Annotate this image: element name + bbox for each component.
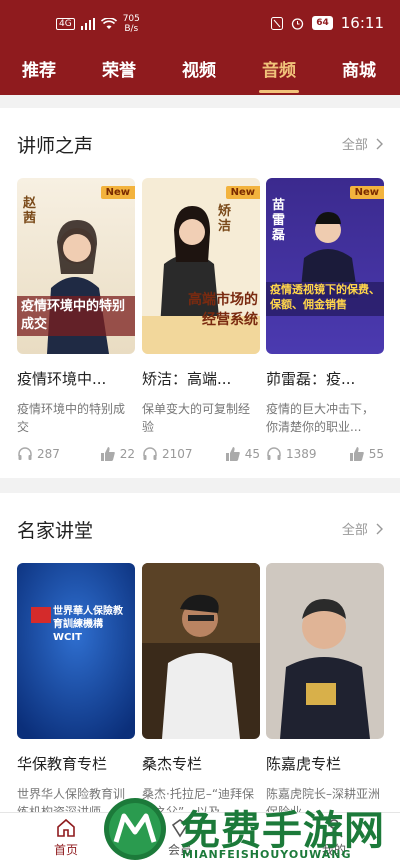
play-count: 1389 bbox=[286, 447, 317, 461]
thumbs-up-icon bbox=[100, 447, 115, 461]
alarm-icon bbox=[292, 17, 304, 30]
thumbs-up-icon bbox=[225, 447, 240, 461]
battery-indicator: 64 bbox=[312, 16, 333, 30]
card-stats: 287 22 bbox=[17, 446, 135, 462]
clock: 16:11 bbox=[340, 14, 384, 32]
section-title: 名家讲堂 bbox=[17, 520, 94, 542]
view-all-link[interactable]: 全部 bbox=[342, 134, 384, 153]
thumbnail-caption: 疫情环境中的特别成交 bbox=[21, 299, 126, 332]
card-title: 茆雷磊：疫... bbox=[266, 370, 356, 388]
chevron-right-icon bbox=[376, 523, 383, 535]
network-indicator: 4G bbox=[56, 18, 75, 30]
thumbnail-caption: 世界華人保險教育訓練機構 WCIT bbox=[53, 606, 123, 643]
play-count: 287 bbox=[37, 447, 60, 461]
card-thumbnail: 赵茜 疫情环境中的特别成交 New bbox=[17, 178, 135, 354]
audio-card[interactable]: 赵茜 疫情环境中的特别成交 New 疫情环境中... 疫情环境中的特别成交 28… bbox=[17, 178, 135, 462]
card-description: 疫情的巨大冲击下，你清楚你的职业... bbox=[266, 402, 375, 434]
new-badge: New bbox=[225, 186, 260, 199]
headphones-icon bbox=[143, 447, 157, 460]
active-tab-indicator bbox=[259, 90, 299, 93]
tab-video[interactable]: 视频 bbox=[182, 56, 216, 81]
top-nav: 推荐 荣誉 视频 音频 商城 bbox=[0, 48, 400, 93]
section-lecturer-voice: 讲师之声 全部 赵茜 疫情环境中的特别成交 New 疫情环境中... 疫情环境中… bbox=[0, 108, 400, 478]
thumbnail-caption: 疫情透视镜下的保费、保额、佣金销售 bbox=[270, 283, 380, 311]
audio-card[interactable]: 苗雷磊 疫情透视镜下的保费、保额、佣金销售 New 茆雷磊：疫... 疫情的巨大… bbox=[266, 178, 384, 462]
column-card[interactable]: 世界華人保險教育訓練機構 WCIT 华保教育专栏 世界华人保险教育训练机构资深讲… bbox=[17, 563, 135, 821]
card-thumbnail bbox=[142, 563, 260, 739]
watermark-subtext: MIANFEISHOUYOUWANG bbox=[182, 848, 352, 861]
section-title: 讲师之声 bbox=[17, 135, 94, 157]
card-title: 矫洁：高端... bbox=[142, 370, 232, 388]
like-count: 55 bbox=[368, 447, 384, 461]
play-count: 2107 bbox=[162, 447, 193, 461]
audio-card[interactable]: 矫洁 高端市场的经营系统 New 矫洁：高端... 保单变大的可复制经验 210… bbox=[142, 178, 260, 462]
like-count: 22 bbox=[119, 447, 135, 461]
watermark: 免费手游网 MIANFEISHOUYOUWANG bbox=[92, 790, 392, 866]
lecturer-name-label: 苗雷磊 bbox=[272, 198, 286, 243]
card-title: 桑杰专栏 bbox=[142, 755, 203, 773]
card-stats: 1389 55 bbox=[266, 446, 384, 462]
card-description: 疫情环境中的特别成交 bbox=[17, 402, 126, 434]
new-badge: New bbox=[100, 186, 135, 199]
column-card[interactable]: 桑杰专栏 桑杰·托拉尼–“迪拜保险之父”，以及... bbox=[142, 563, 260, 821]
card-title: 陈嘉虎专栏 bbox=[266, 755, 342, 773]
tab-audio[interactable]: 音频 bbox=[262, 56, 296, 81]
lecturer-name-label: 矫洁 bbox=[218, 204, 232, 234]
headphones-icon bbox=[267, 447, 281, 460]
status-bar: 4G 705 B/s 64 16:11 bbox=[0, 0, 400, 44]
watermark-logo-icon bbox=[104, 798, 166, 860]
tab-recommend[interactable]: 推荐 bbox=[22, 56, 56, 81]
like-count: 45 bbox=[244, 447, 260, 461]
view-all-link[interactable]: 全部 bbox=[342, 519, 384, 538]
card-thumbnail: 世界華人保險教育訓練機構 WCIT bbox=[17, 563, 135, 739]
card-thumbnail bbox=[266, 563, 384, 739]
card-title: 疫情环境中... bbox=[17, 370, 107, 388]
card-title: 华保教育专栏 bbox=[17, 755, 108, 773]
card-stats: 2107 45 bbox=[142, 446, 260, 462]
network-speed: 705 B/s bbox=[122, 14, 140, 34]
tab-honor[interactable]: 荣誉 bbox=[102, 56, 136, 81]
home-icon bbox=[57, 818, 75, 837]
card-thumbnail: 苗雷磊 疫情透视镜下的保费、保额、佣金销售 New bbox=[266, 178, 384, 354]
chevron-right-icon bbox=[376, 138, 383, 150]
headphones-icon bbox=[18, 447, 32, 460]
lecturer-name-label: 赵茜 bbox=[23, 196, 37, 226]
column-card[interactable]: 陈嘉虎专栏 陈嘉虎院长–深耕亚洲保险业... bbox=[266, 563, 384, 821]
card-description: 保单变大的可复制经验 bbox=[142, 402, 251, 434]
app-header: 4G 705 B/s 64 16:11 推荐 荣誉 视频 音频 商城 bbox=[0, 0, 400, 95]
nfc-icon bbox=[271, 16, 284, 30]
signal-icon bbox=[80, 18, 95, 30]
thumbs-up-icon bbox=[349, 447, 364, 461]
thumbnail-caption: 高端市场的经营系统 bbox=[188, 292, 258, 328]
card-thumbnail: 矫洁 高端市场的经营系统 New bbox=[142, 178, 260, 354]
tab-mall[interactable]: 商城 bbox=[342, 56, 376, 81]
wifi-icon bbox=[100, 18, 117, 29]
new-badge: New bbox=[349, 186, 384, 199]
